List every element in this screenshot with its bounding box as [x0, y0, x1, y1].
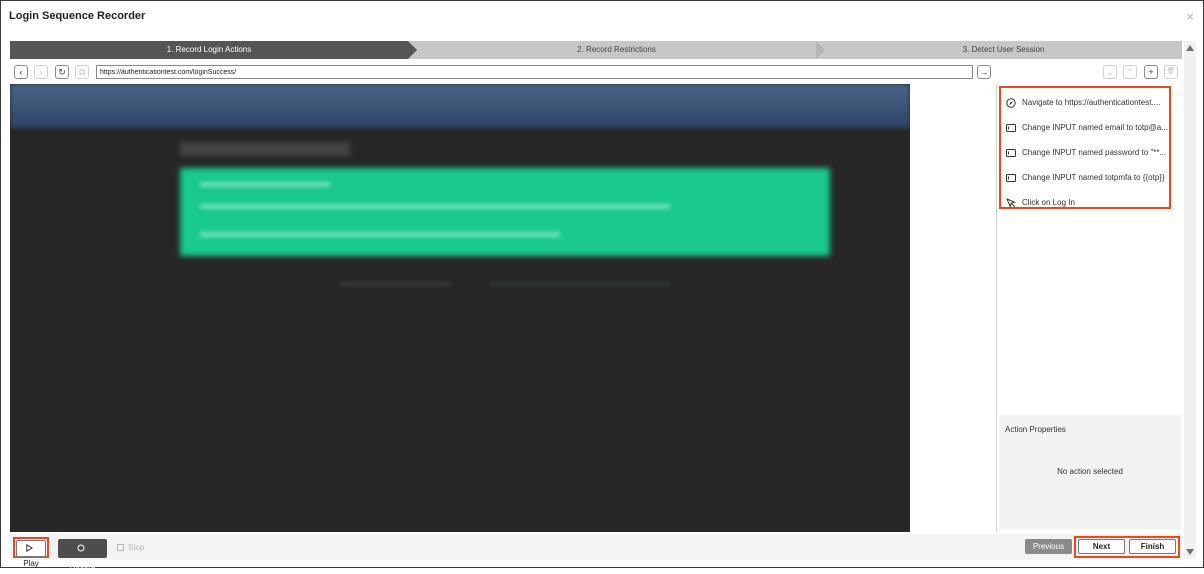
url-input[interactable]	[96, 65, 973, 79]
next-button[interactable]: Next	[1078, 539, 1125, 554]
blurred-text-line	[200, 232, 560, 237]
add-action-button[interactable]: +	[1144, 65, 1158, 79]
move-down-button[interactable]: ⌄	[1103, 65, 1117, 79]
step-separator	[816, 41, 825, 59]
browser-viewport[interactable]	[10, 84, 910, 532]
input-icon	[1006, 173, 1016, 182]
play-icon	[26, 543, 33, 553]
site-heading-blurred	[180, 142, 350, 156]
action-label: Change INPUT named password to "**...	[1022, 148, 1167, 157]
action-item[interactable]: Navigate to https://authenticationtest..…	[1001, 90, 1169, 115]
scroll-up-icon[interactable]	[1186, 45, 1194, 51]
step-record-login-actions[interactable]: 1. Record Login Actions	[10, 41, 408, 59]
record-label: Record	[69, 561, 96, 570]
scroll-down-icon[interactable]	[1186, 549, 1194, 555]
action-label: Change INPUT named email to totp@a...	[1022, 123, 1168, 132]
go-button[interactable]: →	[977, 65, 991, 79]
record-icon	[77, 544, 84, 552]
recorded-actions-list: Navigate to https://authenticationtest..…	[999, 86, 1171, 209]
stop-icon	[117, 544, 124, 551]
site-header	[10, 84, 910, 128]
action-item[interactable]: Change INPUT named password to "**...	[1001, 140, 1169, 165]
record-button[interactable]: Record	[58, 539, 107, 570]
action-item[interactable]: Change INPUT named totpmfa to {{otp}}	[1001, 165, 1169, 190]
input-icon	[1006, 148, 1016, 157]
close-icon[interactable]: ×	[1186, 10, 1194, 24]
delete-action-button[interactable]: 🗑	[1164, 65, 1178, 79]
action-properties-panel: Action Properties No action selected	[999, 415, 1181, 529]
forward-button[interactable]: ›	[34, 65, 48, 79]
stop-button[interactable]: Stop	[117, 543, 144, 552]
dialog-title: Login Sequence Recorder	[9, 10, 146, 22]
step-detect-user-session[interactable]: 3. Detect User Session	[825, 41, 1182, 59]
panel-divider	[996, 84, 997, 532]
bottom-bar	[10, 534, 1182, 560]
back-button[interactable]: ‹	[14, 65, 28, 79]
action-label: Click on Log In	[1022, 198, 1075, 207]
action-item[interactable]: Change INPUT named email to totp@a...	[1001, 115, 1169, 140]
cursor-icon	[1006, 197, 1016, 208]
blurred-text-line	[200, 204, 670, 209]
active-step-arrow	[408, 41, 417, 59]
reload-button[interactable]: ↻	[55, 65, 69, 79]
play-button[interactable]: Play	[16, 540, 46, 568]
play-label: Play	[23, 559, 39, 568]
finish-button[interactable]: Finish	[1129, 539, 1176, 554]
blurred-text-line	[200, 182, 330, 187]
compass-icon	[1006, 97, 1016, 108]
no-action-message: No action selected	[1057, 467, 1123, 476]
step-record-restrictions[interactable]: 2. Record Restrictions	[417, 41, 816, 59]
blurred-link	[490, 282, 670, 286]
action-properties-title: Action Properties	[1005, 425, 1066, 434]
browser-margin	[910, 84, 996, 532]
action-item[interactable]: Click on Log In	[1001, 190, 1169, 215]
copy-button[interactable]: ⧉	[75, 65, 89, 79]
blurred-link	[340, 282, 450, 286]
dialog-scrollbar[interactable]	[1184, 41, 1196, 559]
stop-label: Stop	[128, 543, 145, 552]
move-up-button[interactable]: ⌃	[1123, 65, 1137, 79]
input-icon	[1006, 123, 1016, 132]
action-label: Navigate to https://authenticationtest..…	[1022, 98, 1161, 107]
wizard-steps: 1. Record Login Actions 2. Record Restri…	[10, 41, 1182, 59]
previous-button[interactable]: Previous	[1025, 539, 1072, 554]
action-label: Change INPUT named totpmfa to {{otp}}	[1022, 173, 1165, 182]
